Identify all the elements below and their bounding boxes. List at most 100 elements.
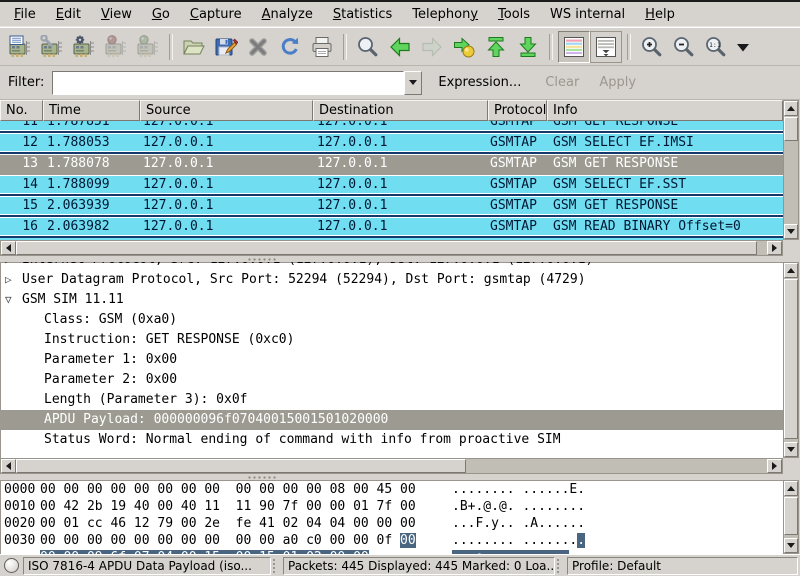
cell-no: 11	[0, 121, 38, 131]
scroll-up-button[interactable]	[784, 481, 798, 496]
apply-button[interactable]: Apply	[591, 71, 644, 94]
scroll-left-button[interactable]	[1, 241, 16, 255]
menu-statistics[interactable]: Statistics	[323, 4, 402, 25]
bytes-vscrollbar[interactable]	[783, 480, 799, 554]
details-hscrollbar[interactable]	[0, 458, 783, 474]
expand-expander-icon[interactable]: ▷	[5, 262, 19, 270]
scroll-thumb[interactable]	[16, 241, 757, 255]
detail-line[interactable]: Length (Parameter 3): 0x0f	[0, 390, 783, 410]
capture-options-button[interactable]	[36, 31, 68, 63]
detail-line[interactable]: Parameter 1: 0x00	[0, 350, 783, 370]
menu-help[interactable]: Help	[635, 4, 685, 25]
detail-line[interactable]: APDU Payload: 000000096f0704001500150102…	[0, 410, 783, 430]
collapse-expander-icon[interactable]: ▽	[5, 290, 19, 310]
menu-capture[interactable]: Capture	[180, 4, 252, 25]
scroll-thumb[interactable]	[16, 459, 466, 473]
colorize-button[interactable]	[558, 31, 590, 63]
menu-tools[interactable]: Tools	[488, 4, 540, 25]
chevron-down-icon	[409, 80, 417, 85]
scroll-right-button[interactable]	[767, 459, 782, 473]
capture-restart-button[interactable]	[132, 31, 164, 63]
filter-dropdown-button[interactable]	[404, 71, 422, 95]
cell-no: 13	[0, 155, 38, 173]
detail-line[interactable]: Parameter 2: 0x00	[0, 370, 783, 390]
close-file-button[interactable]	[242, 31, 274, 63]
detail-line[interactable]: Status Word: Normal ending of command wi…	[0, 430, 783, 450]
scroll-up-button[interactable]	[784, 263, 798, 278]
packet-row-12[interactable]: 121.788053127.0.0.1127.0.0.1GSMTAPGSM SE…	[0, 133, 783, 154]
selected-bytes: .	[577, 533, 585, 548]
scroll-thumb[interactable]	[784, 497, 798, 535]
interface-list-icon	[8, 35, 32, 59]
menu-view[interactable]: View	[91, 4, 142, 25]
capture-start-button[interactable]	[68, 31, 100, 63]
packet-row-11[interactable]: 111.787851127.0.0.1127.0.0.1GSMTAPGSM GE…	[0, 121, 783, 133]
go-to-top-button[interactable]	[480, 31, 512, 63]
expand-expander-icon[interactable]: ▷	[5, 270, 19, 290]
expert-info-icon[interactable]	[4, 558, 19, 573]
hex-bytes: 00 00 00 00 00 00 00 00 00 00 a0 c0 00 0…	[40, 533, 416, 549]
column-header-source[interactable]: Source	[140, 100, 313, 121]
save-file-button[interactable]	[210, 31, 242, 63]
zoom-out-button[interactable]	[668, 31, 700, 63]
details-vscrollbar[interactable]	[783, 262, 799, 458]
menu-go[interactable]: Go	[142, 4, 180, 25]
interface-list-button[interactable]	[4, 31, 36, 63]
scroll-up-button[interactable]	[784, 101, 798, 116]
go-to-packet-button[interactable]	[448, 31, 480, 63]
column-header-info[interactable]: Info	[547, 100, 783, 121]
menu-file[interactable]: File	[4, 4, 46, 25]
zoom-in-button[interactable]	[636, 31, 668, 63]
cell-dst: 127.0.0.1	[317, 176, 387, 194]
hex-row-0000[interactable]: 000000 00 00 00 00 00 00 00 00 00 00 00 …	[0, 482, 783, 499]
detail-line[interactable]: Class: GSM (0xa0)	[0, 310, 783, 330]
go-back-button[interactable]	[384, 31, 416, 63]
scroll-down-button[interactable]	[784, 442, 798, 457]
menu-ws-internal[interactable]: WS internal	[540, 4, 635, 25]
hex-offset: 0000	[4, 482, 35, 498]
detail-line[interactable]: Instruction: GET RESPONSE (0xc0)	[0, 330, 783, 350]
detail-line[interactable]: ▷User Datagram Protocol, Src Port: 52294…	[0, 270, 783, 290]
zoom-original-button[interactable]: 1:1	[700, 31, 732, 63]
scroll-left-button[interactable]	[1, 459, 16, 473]
go-forward-button[interactable]	[416, 31, 448, 63]
column-header-protocol[interactable]: Protocol	[488, 100, 547, 121]
find-packet-button[interactable]	[352, 31, 384, 63]
filter-input[interactable]	[52, 71, 404, 95]
scroll-down-button[interactable]	[784, 538, 798, 553]
clear-button[interactable]: Clear	[537, 71, 587, 94]
column-header-time[interactable]: Time	[43, 100, 140, 121]
scroll-down-button[interactable]	[784, 224, 798, 239]
packet-list-hscrollbar[interactable]	[0, 240, 783, 256]
menu-analyze[interactable]: Analyze	[252, 4, 323, 25]
packet-row-13[interactable]: 131.788078127.0.0.1127.0.0.1GSMTAPGSM GE…	[0, 154, 783, 175]
capture-stop-button[interactable]	[100, 31, 132, 63]
packet-row-15[interactable]: 152.063939127.0.0.1127.0.0.1GSMTAPGSM GE…	[0, 196, 783, 217]
packet-list-vscrollbar[interactable]	[783, 100, 799, 240]
reload-button[interactable]	[274, 31, 306, 63]
print-button[interactable]	[306, 31, 338, 63]
auto-scroll-button[interactable]	[590, 31, 622, 63]
detail-text: Parameter 2: 0x00	[44, 370, 177, 390]
packet-row-14[interactable]: 141.788099127.0.0.1127.0.0.1GSMTAPGSM SE…	[0, 175, 783, 196]
hex-row-0030[interactable]: 003000 00 00 00 00 00 00 00 00 00 a0 c0 …	[0, 533, 783, 550]
menu-telephony[interactable]: Telephony	[402, 4, 488, 25]
column-header-no[interactable]: No.	[0, 100, 43, 121]
detail-line[interactable]: ▷Internet Protocol, Src: 127.0.0.1 (127.…	[0, 262, 783, 270]
cell-dst: 127.0.0.1	[317, 155, 387, 173]
scroll-thumb[interactable]	[784, 279, 798, 439]
scroll-thumb[interactable]	[784, 117, 798, 141]
capture-start-icon	[72, 35, 96, 59]
menu-edit[interactable]: Edit	[46, 4, 91, 25]
scroll-right-button[interactable]	[767, 241, 782, 255]
packet-row-16[interactable]: 162.063982127.0.0.1127.0.0.1GSMTAPGSM RE…	[0, 217, 783, 238]
column-header-destination[interactable]: Destination	[313, 100, 488, 121]
hex-row-0020[interactable]: 002000 01 cc 46 12 79 00 2e fe 41 02 04 …	[0, 516, 783, 533]
detail-line[interactable]: ▽GSM SIM 11.11	[0, 290, 783, 310]
hex-row-0010[interactable]: 001000 42 2b 19 40 00 40 11 11 90 7f 00 …	[0, 499, 783, 516]
expression-button[interactable]: Expression...	[430, 71, 529, 94]
triangle-down-icon	[787, 543, 795, 548]
toolbar-overflow-button[interactable]	[732, 31, 754, 63]
open-file-button[interactable]	[178, 31, 210, 63]
go-to-bottom-button[interactable]	[512, 31, 544, 63]
